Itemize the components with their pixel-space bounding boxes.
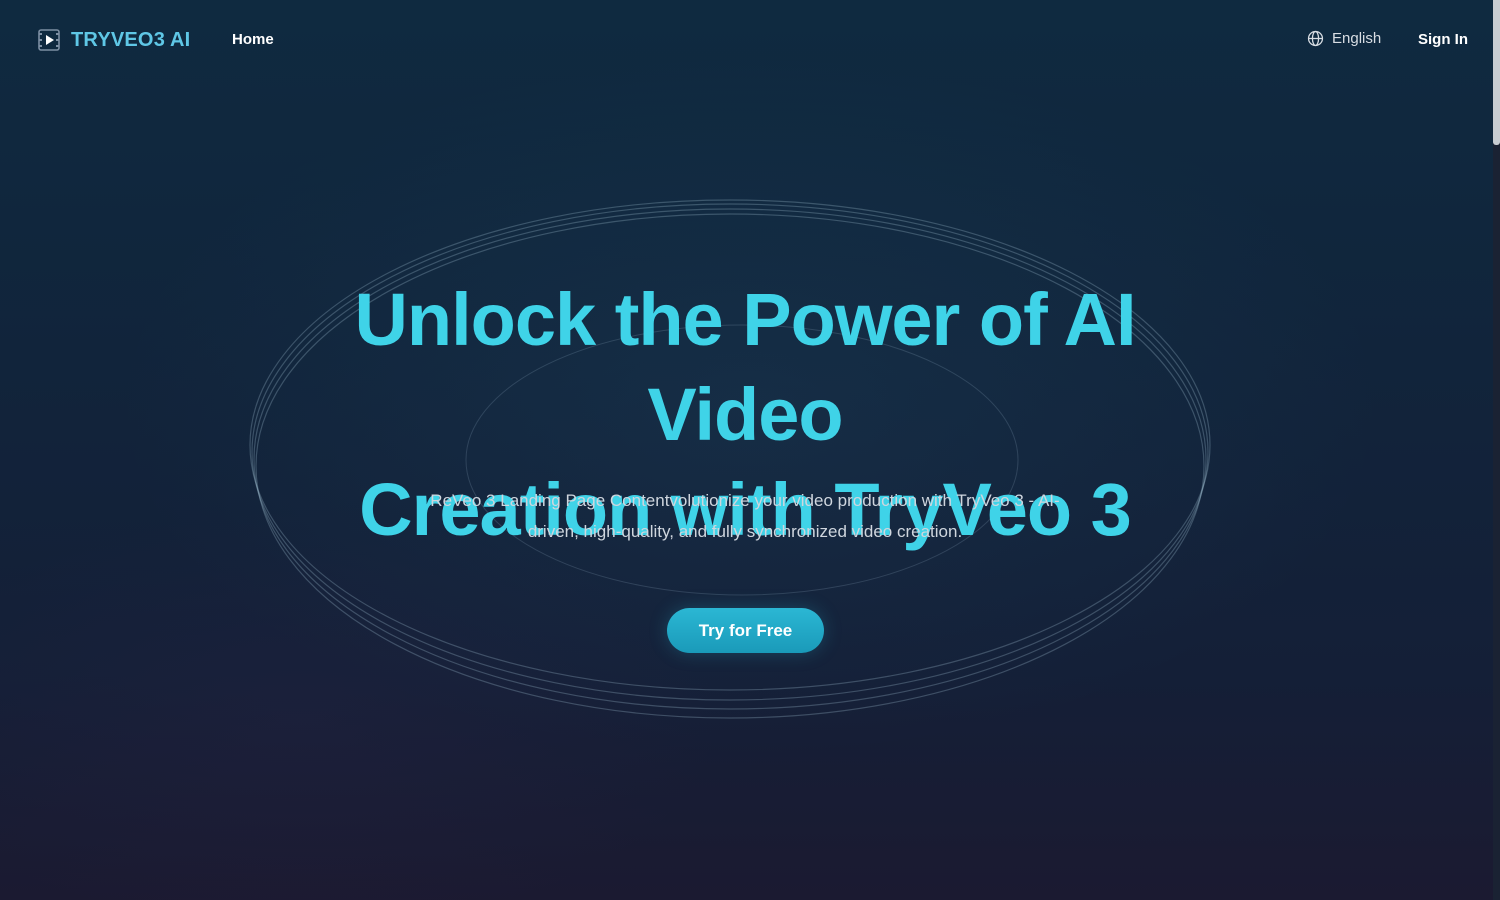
logo-link[interactable]: TRYVEO3 AI xyxy=(37,28,190,52)
logo-text: TRYVEO3 AI xyxy=(71,28,191,51)
language-selector[interactable]: English xyxy=(1307,30,1381,47)
scrollbar-thumb[interactable] xyxy=(1493,0,1500,145)
sign-in-link[interactable]: Sign In xyxy=(1418,31,1468,48)
video-play-icon xyxy=(37,28,61,52)
hero-title-line-1: Unlock the Power of AI Video xyxy=(354,278,1136,456)
globe-icon xyxy=(1307,30,1324,47)
top-navbar: TRYVEO3 AI Home English Sign In xyxy=(0,0,1493,82)
hero-subtitle-line-2: driven, high-quality, and fully synchron… xyxy=(527,522,963,541)
nav-home-link[interactable]: Home xyxy=(232,31,274,48)
try-for-free-button[interactable]: Try for Free xyxy=(667,608,824,653)
hero-subtitle: ReVeo 3 Landing Page Contentvolutionize … xyxy=(420,485,1070,547)
language-label: English xyxy=(1332,30,1382,47)
hero-subtitle-line-1: ReVeo 3 Landing Page Contentvolutionize … xyxy=(430,491,1060,510)
